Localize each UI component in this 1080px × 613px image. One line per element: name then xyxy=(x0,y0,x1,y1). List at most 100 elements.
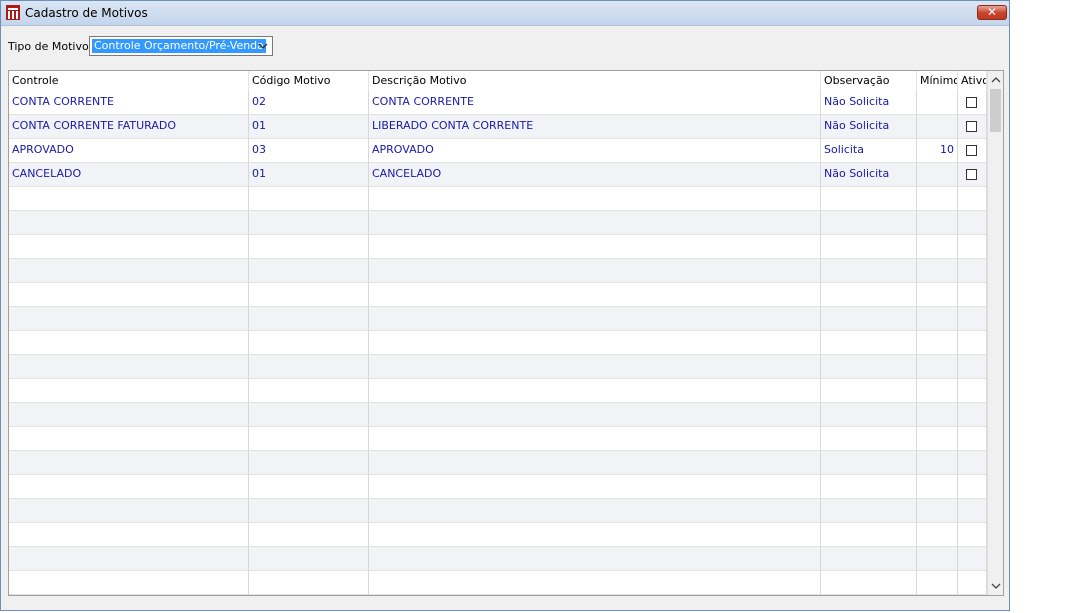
cell-controle[interactable] xyxy=(9,427,249,451)
cell-codigo-motivo[interactable] xyxy=(249,211,369,235)
cell-descricao-motivo[interactable] xyxy=(369,211,821,235)
cell-controle[interactable] xyxy=(9,283,249,307)
cell-minimo[interactable] xyxy=(917,499,958,523)
header-ativo[interactable]: Ativo xyxy=(958,71,987,91)
cell-controle[interactable] xyxy=(9,259,249,283)
cell-codigo-motivo[interactable] xyxy=(249,523,369,547)
header-observacao[interactable]: Observação xyxy=(821,71,917,91)
empty-row[interactable] xyxy=(9,571,987,595)
cell-minimo[interactable] xyxy=(917,115,958,139)
cell-ativo[interactable] xyxy=(958,427,987,451)
cell-controle[interactable] xyxy=(9,235,249,259)
cell-observacao[interactable] xyxy=(821,259,917,283)
cell-controle[interactable] xyxy=(9,547,249,571)
empty-row[interactable] xyxy=(9,547,987,571)
cell-minimo[interactable] xyxy=(917,307,958,331)
cell-controle[interactable] xyxy=(9,331,249,355)
cell-codigo-motivo[interactable] xyxy=(249,187,369,211)
close-button[interactable]: ✕ xyxy=(977,5,1007,20)
cell-codigo-motivo[interactable] xyxy=(249,235,369,259)
header-descricao-motivo[interactable]: Descrição Motivo xyxy=(369,71,821,91)
cell-ativo[interactable] xyxy=(958,259,987,283)
cell-descricao-motivo[interactable] xyxy=(369,259,821,283)
cell-minimo[interactable] xyxy=(917,427,958,451)
cell-minimo[interactable] xyxy=(917,259,958,283)
cell-controle[interactable] xyxy=(9,307,249,331)
cell-observacao[interactable] xyxy=(821,211,917,235)
cell-codigo-motivo[interactable] xyxy=(249,283,369,307)
cell-minimo[interactable] xyxy=(917,571,958,595)
cell-controle[interactable] xyxy=(9,523,249,547)
cell-controle[interactable]: CONTA CORRENTE xyxy=(9,91,249,115)
cell-descricao-motivo[interactable] xyxy=(369,331,821,355)
scrollbar-thumb[interactable] xyxy=(990,89,1001,132)
cell-controle[interactable] xyxy=(9,403,249,427)
cell-descricao-motivo[interactable] xyxy=(369,475,821,499)
ativo-checkbox[interactable] xyxy=(966,145,977,156)
empty-row[interactable] xyxy=(9,427,987,451)
cell-observacao[interactable] xyxy=(821,283,917,307)
cell-minimo[interactable] xyxy=(917,355,958,379)
cell-codigo-motivo[interactable]: 01 xyxy=(249,115,369,139)
cell-codigo-motivo[interactable]: 02 xyxy=(249,91,369,115)
cell-minimo[interactable] xyxy=(917,475,958,499)
cell-descricao-motivo[interactable] xyxy=(369,547,821,571)
cell-descricao-motivo[interactable] xyxy=(369,403,821,427)
cell-observacao[interactable]: Não Solicita xyxy=(821,163,917,187)
cell-controle[interactable] xyxy=(9,379,249,403)
cell-observacao[interactable] xyxy=(821,451,917,475)
empty-row[interactable] xyxy=(9,307,987,331)
cell-minimo[interactable] xyxy=(917,235,958,259)
cell-controle[interactable] xyxy=(9,451,249,475)
cell-descricao-motivo[interactable] xyxy=(369,379,821,403)
cell-observacao[interactable] xyxy=(821,379,917,403)
cell-codigo-motivo[interactable] xyxy=(249,451,369,475)
table-row[interactable]: CONTA CORRENTE FATURADO 01 LIBERADO CONTA … xyxy=(9,115,987,139)
cell-codigo-motivo[interactable] xyxy=(249,355,369,379)
chevron-down-icon[interactable] xyxy=(990,581,1002,591)
cell-controle[interactable]: CANCELADO xyxy=(9,163,249,187)
cell-controle[interactable] xyxy=(9,355,249,379)
cell-controle[interactable] xyxy=(9,187,249,211)
cell-descricao-motivo[interactable] xyxy=(369,283,821,307)
vertical-scrollbar[interactable] xyxy=(987,71,1003,595)
cell-ativo[interactable] xyxy=(958,475,987,499)
cell-minimo[interactable] xyxy=(917,211,958,235)
tipo-motivo-select[interactable]: Controle Orçamento/Pré-Venda xyxy=(89,36,273,56)
empty-row[interactable] xyxy=(9,451,987,475)
empty-row[interactable] xyxy=(9,259,987,283)
cell-descricao-motivo[interactable]: CANCELADO xyxy=(369,163,821,187)
cell-codigo-motivo[interactable] xyxy=(249,379,369,403)
cell-ativo[interactable] xyxy=(958,571,987,595)
cell-descricao-motivo[interactable] xyxy=(369,307,821,331)
cell-minimo[interactable] xyxy=(917,163,958,187)
cell-ativo[interactable] xyxy=(958,355,987,379)
cell-observacao[interactable]: Solicita xyxy=(821,139,917,163)
cell-observacao[interactable] xyxy=(821,187,917,211)
cell-minimo[interactable] xyxy=(917,187,958,211)
cell-codigo-motivo[interactable]: 01 xyxy=(249,163,369,187)
cell-descricao-motivo[interactable]: LIBERADO CONTA CORRENTE xyxy=(369,115,821,139)
cell-observacao[interactable] xyxy=(821,499,917,523)
cell-codigo-motivo[interactable] xyxy=(249,331,369,355)
cell-descricao-motivo[interactable] xyxy=(369,187,821,211)
cell-ativo[interactable] xyxy=(958,379,987,403)
cell-minimo[interactable] xyxy=(917,331,958,355)
cell-observacao[interactable] xyxy=(821,547,917,571)
empty-row[interactable] xyxy=(9,403,987,427)
header-controle[interactable]: Controle xyxy=(9,71,249,91)
cell-ativo[interactable] xyxy=(958,331,987,355)
cell-minimo[interactable] xyxy=(917,403,958,427)
cell-ativo[interactable] xyxy=(958,115,987,139)
chevron-up-icon[interactable] xyxy=(990,75,1002,85)
cell-controle[interactable] xyxy=(9,571,249,595)
cell-descricao-motivo[interactable] xyxy=(369,523,821,547)
header-codigo-motivo[interactable]: Código Motivo xyxy=(249,71,369,91)
title-bar[interactable]: Cadastro de Motivos ✕ xyxy=(1,1,1009,26)
cell-observacao[interactable] xyxy=(821,571,917,595)
cell-controle[interactable] xyxy=(9,475,249,499)
cell-codigo-motivo[interactable] xyxy=(249,547,369,571)
cell-codigo-motivo[interactable] xyxy=(249,571,369,595)
cell-codigo-motivo[interactable]: 03 xyxy=(249,139,369,163)
cell-codigo-motivo[interactable] xyxy=(249,499,369,523)
